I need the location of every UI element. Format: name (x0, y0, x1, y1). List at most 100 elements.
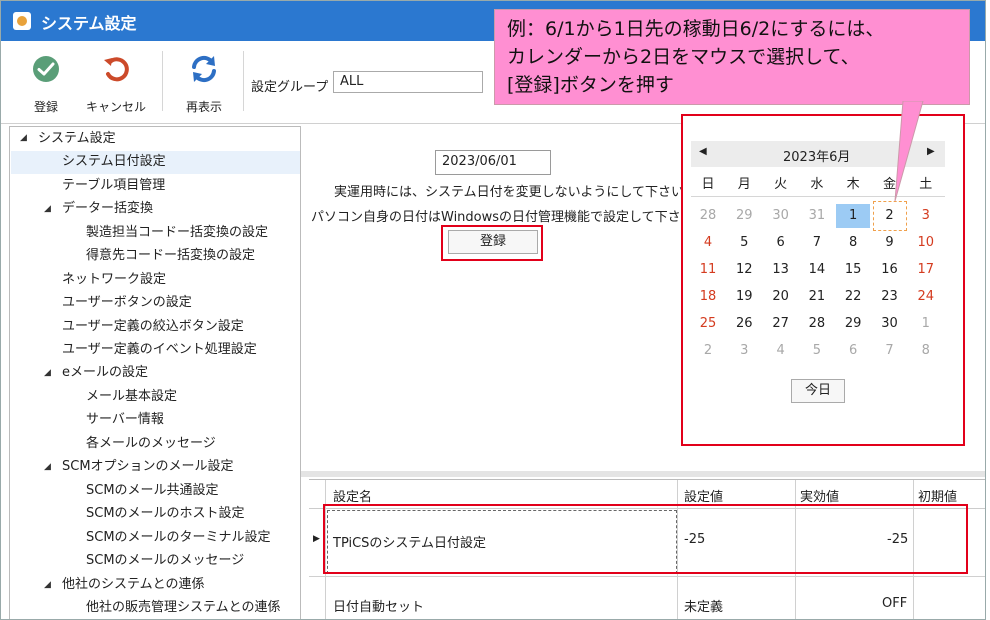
calendar-day[interactable]: 22 (836, 285, 870, 309)
calendar-day[interactable]: 20 (764, 285, 798, 309)
expand-arrow-icon[interactable]: ◢ (20, 133, 27, 143)
tree-item-table-fields[interactable]: テーブル項目管理 (62, 175, 165, 197)
calendar-day[interactable]: 26 (727, 312, 761, 336)
calendar-day-other-month[interactable]: 7 (873, 339, 907, 363)
calendar-day-other-month[interactable]: 28 (691, 204, 725, 228)
calendar-day[interactable]: 11 (691, 258, 725, 282)
calendar-month-label[interactable]: 2023年6月 (783, 146, 850, 165)
toolbar-separator (162, 51, 163, 111)
calendar-day[interactable]: 25 (691, 312, 725, 336)
calendar-day[interactable]: 24 (909, 285, 943, 309)
calendar-day-other-month[interactable]: 30 (764, 204, 798, 228)
calendar-day[interactable]: 5 (727, 231, 761, 255)
register-toolbar-button[interactable]: 登録 (11, 51, 81, 117)
tree-item-user-event[interactable]: ユーザー定義のイベント処理設定 (62, 339, 257, 361)
callout-pointer (894, 101, 924, 202)
calendar-day-other-month[interactable]: 29 (727, 204, 761, 228)
calendar-day[interactable]: 28 (800, 312, 834, 336)
tree-root[interactable]: システム設定 (38, 128, 116, 150)
setting-group-label: 設定グループ (251, 80, 329, 95)
tree-item-user-button[interactable]: ユーザーボタンの設定 (62, 292, 192, 314)
prev-month-icon[interactable]: ◀ (699, 146, 707, 157)
column-header-effective[interactable]: 実効値 (800, 486, 839, 505)
calendar-day[interactable]: 14 (800, 258, 834, 282)
window-title: システム設定 (41, 14, 137, 33)
system-settings-window: システム設定 登録 キャンセル 再表示 設定グループ ALL ◢ システム設定 … (0, 0, 986, 620)
weekday-header: 月 (737, 177, 751, 192)
calendar-day[interactable]: 18 (691, 285, 725, 309)
calendar-day[interactable]: 9 (873, 231, 907, 255)
tree-item-scm-message[interactable]: SCMのメールのメッセージ (86, 550, 244, 572)
calendar-day[interactable]: 3 (909, 204, 943, 228)
tree-item-customer-code[interactable]: 得意先コードー括変換の設定 (86, 245, 255, 267)
calendar-day[interactable]: 16 (873, 258, 907, 282)
system-date-input[interactable]: 2023/06/01 (435, 150, 551, 175)
calendar-day[interactable]: 27 (764, 312, 798, 336)
row-2-value[interactable]: 未定義 (684, 596, 723, 615)
callout-line-1: 例：6/1から1日先の稼動日6/2にするには、 (507, 18, 885, 40)
calendar-day[interactable]: 6 (764, 231, 798, 255)
calendar-day-other-month[interactable]: 2 (691, 339, 725, 363)
tree-item-data-bulk[interactable]: データー括変換 (62, 198, 153, 220)
tree-item-scm-mail[interactable]: SCMオプションのメール設定 (62, 456, 234, 478)
calendar-day[interactable]: 4 (691, 231, 725, 255)
today-button[interactable]: 今日 (791, 379, 845, 403)
calendar-day[interactable]: 21 (800, 285, 834, 309)
row-2-name[interactable]: 日付自動セット (333, 596, 424, 615)
tree-item-external-sales[interactable]: 他社の販売管理システムとの連係 (86, 597, 280, 619)
column-header-name[interactable]: 設定名 (333, 486, 372, 505)
tree-item-system-date[interactable]: システム日付設定 (62, 151, 166, 173)
calendar-day[interactable]: 10 (909, 231, 943, 255)
calendar-day[interactable]: 29 (836, 312, 870, 336)
calendar-day-other-month[interactable]: 3 (727, 339, 761, 363)
tree-item-scm-common[interactable]: SCMのメール共通設定 (86, 480, 219, 502)
weekday-header: 木 (846, 177, 860, 192)
calendar-day[interactable]: 7 (800, 231, 834, 255)
calendar-day-other-month[interactable]: 31 (800, 204, 834, 228)
refresh-toolbar-button[interactable]: 再表示 (169, 51, 239, 117)
expand-arrow-icon[interactable]: ◢ (44, 462, 51, 472)
calendar-day[interactable]: 15 (836, 258, 870, 282)
info-line-1: 実運用時には、システム日付を変更しないようにして下さい (334, 185, 684, 200)
tree-item-network[interactable]: ネットワーク設定 (62, 269, 166, 291)
calendar-day[interactable]: 13 (764, 258, 798, 282)
weekday-header: 水 (810, 177, 824, 192)
expand-arrow-icon[interactable]: ◢ (44, 204, 51, 214)
tree-item-mail-messages[interactable]: 各メールのメッセージ (86, 433, 216, 455)
refresh-label: 再表示 (185, 100, 222, 114)
info-line-2: パソコン自身の日付はWindowsの日付管理機能で設定して下さい (311, 210, 694, 225)
calendar-day[interactable]: 17 (909, 258, 943, 282)
settings-tree: ◢ システム設定 システム日付設定 テーブル項目管理 ◢ データー括変換 製造担… (9, 126, 301, 619)
expand-arrow-icon[interactable]: ◢ (44, 368, 51, 378)
column-header-initial[interactable]: 初期値 (918, 486, 957, 505)
tree-item-external[interactable]: 他社のシステムとの連係 (62, 574, 204, 596)
tree-item-maker-code[interactable]: 製造担当コードー括変換の設定 (86, 222, 268, 244)
tree-item-user-filter[interactable]: ユーザー定義の絞込ボタン設定 (62, 316, 244, 338)
tree-item-email[interactable]: eメールの設定 (62, 362, 148, 384)
instruction-callout: 例：6/1から1日先の稼動日6/2にするには、 カレンダーから2日をマウスで選択… (494, 9, 970, 105)
callout-line-2: カレンダーから2日をマウスで選択して、 (507, 46, 860, 68)
calendar-day[interactable]: 1 (836, 204, 871, 228)
weekday-header: 火 (774, 177, 788, 192)
calendar-day[interactable]: 12 (727, 258, 761, 282)
calendar-day-other-month[interactable]: 8 (909, 339, 943, 363)
tree-item-mail-basic[interactable]: メール基本設定 (86, 386, 177, 408)
calendar-day[interactable]: 19 (727, 285, 761, 309)
calendar-day-other-month[interactable]: 6 (836, 339, 870, 363)
calendar-day-other-month[interactable]: 5 (800, 339, 834, 363)
tree-item-server-info[interactable]: サーバー情報 (86, 409, 164, 431)
setting-group-select[interactable]: ALL (333, 71, 483, 93)
tree-item-scm-terminal[interactable]: SCMのメールのターミナル設定 (86, 527, 271, 549)
calendar-day[interactable]: 30 (873, 312, 907, 336)
splitter[interactable] (301, 471, 985, 477)
column-header-value[interactable]: 設定値 (684, 486, 723, 505)
row-2-effective[interactable]: OFF (882, 596, 907, 611)
register-button[interactable]: 登録 (448, 230, 538, 254)
expand-arrow-icon[interactable]: ◢ (44, 580, 51, 590)
calendar-day-other-month[interactable]: 1 (909, 312, 943, 336)
calendar-day[interactable]: 8 (836, 231, 870, 255)
calendar-day[interactable]: 23 (873, 285, 907, 309)
cancel-toolbar-button[interactable]: キャンセル (81, 51, 151, 117)
calendar-day-other-month[interactable]: 4 (764, 339, 798, 363)
tree-item-scm-host[interactable]: SCMのメールのホスト設定 (86, 503, 245, 525)
